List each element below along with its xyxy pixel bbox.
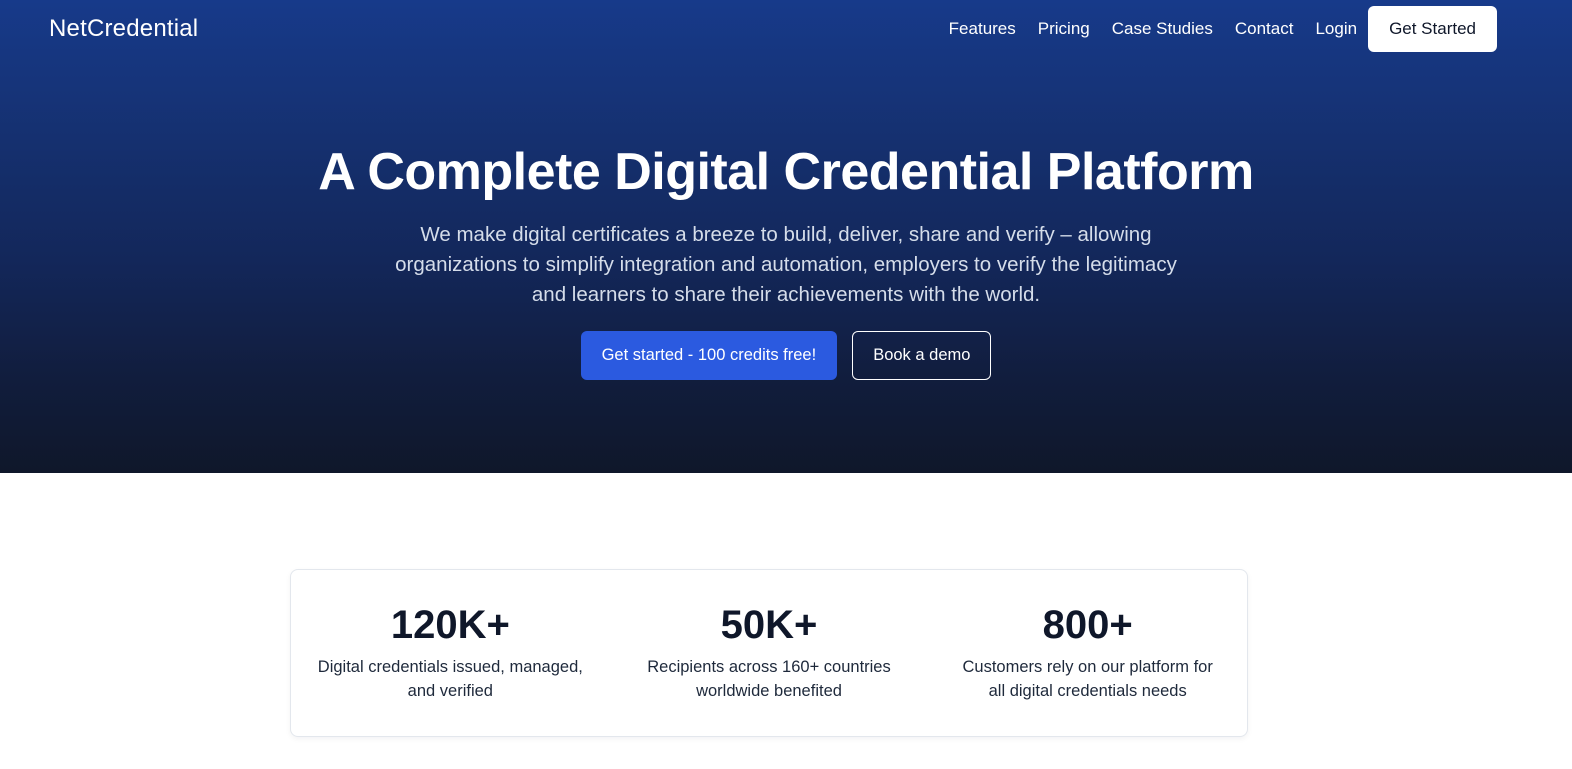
stat-credentials: 120K+ Digital credentials issued, manage…: [291, 570, 610, 736]
stat-description: Customers rely on our platform for all d…: [962, 658, 1213, 700]
stat-recipients: 50K+ Recipients across 160+ countries wo…: [610, 570, 929, 736]
hero-title: A Complete Digital Credential Platform: [318, 143, 1254, 201]
nav-link-features[interactable]: Features: [949, 19, 1016, 39]
hero-actions: Get started - 100 credits free! Book a d…: [0, 331, 1572, 380]
brand-logo[interactable]: NetCredential: [49, 15, 198, 43]
stat-description: Recipients across 160+ countries worldwi…: [647, 658, 891, 700]
hero-subtitle: We make digital certificates a breeze to…: [395, 223, 1177, 306]
free-credits-button[interactable]: Get started - 100 credits free!: [580, 331, 838, 380]
top-navigation: NetCredential Features Pricing Case Stud…: [0, 0, 1572, 58]
hero-section: NetCredential Features Pricing Case Stud…: [0, 0, 1572, 473]
stat-value: 120K+: [390, 603, 510, 647]
nav-link-login[interactable]: Login: [1315, 19, 1357, 39]
stat-value: 50K+: [720, 603, 818, 647]
nav-link-case-studies[interactable]: Case Studies: [1112, 19, 1213, 39]
stat-description: Digital credentials issued, managed, and…: [317, 658, 583, 700]
stats-card: 120K+ Digital credentials issued, manage…: [290, 569, 1248, 737]
nav-links: Features Pricing Case Studies Contact Lo…: [927, 6, 1497, 52]
nav-link-contact[interactable]: Contact: [1235, 19, 1294, 39]
get-started-button[interactable]: Get Started: [1368, 6, 1497, 52]
stat-customers: 800+ Customers rely on our platform for …: [928, 570, 1247, 736]
stat-value: 800+: [1042, 603, 1133, 647]
book-demo-button[interactable]: Book a demo: [852, 331, 992, 380]
nav-link-pricing[interactable]: Pricing: [1038, 19, 1090, 39]
